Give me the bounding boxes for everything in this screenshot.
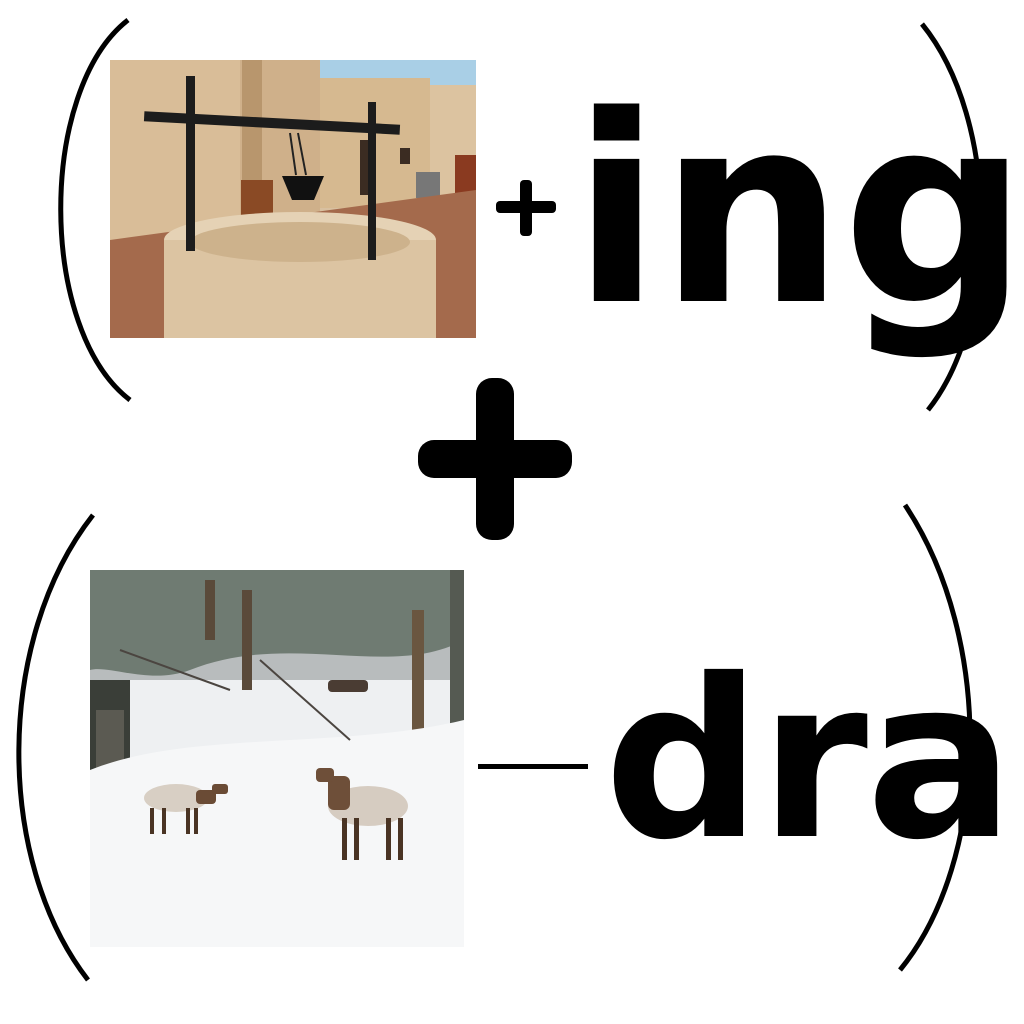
bottom-suffix-text: dra bbox=[604, 632, 1014, 888]
bottom-left-parenthesis bbox=[16, 513, 95, 982]
plus-icon bbox=[496, 180, 556, 236]
well-picture bbox=[110, 60, 476, 338]
join-plus-icon bbox=[418, 378, 572, 540]
top-suffix-text: ing bbox=[572, 61, 1024, 363]
minus-icon bbox=[478, 764, 588, 769]
elk-picture bbox=[90, 570, 464, 947]
